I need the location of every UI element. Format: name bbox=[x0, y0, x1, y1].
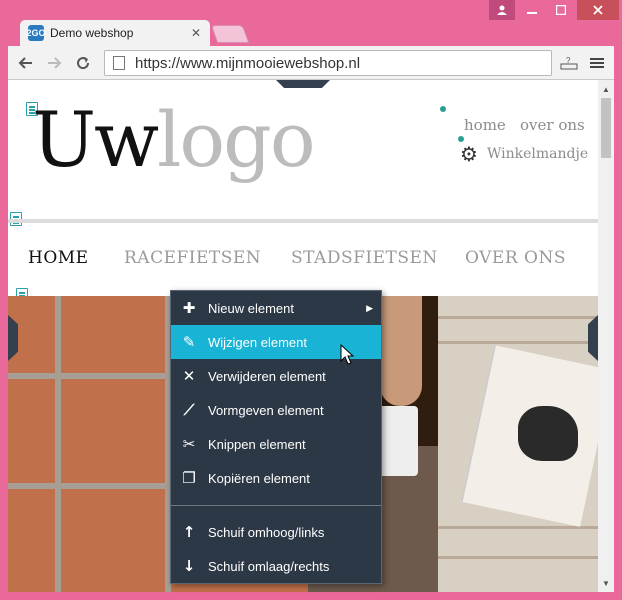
close-icon bbox=[593, 5, 603, 15]
tab-title: Demo webshop bbox=[50, 26, 134, 40]
user-profile-button[interactable] bbox=[489, 0, 515, 20]
arrow-down-icon: ↓ bbox=[182, 557, 196, 575]
nav-item-over-ons[interactable]: OVER ONS bbox=[465, 248, 566, 268]
arrow-up-icon: ↑ bbox=[182, 523, 196, 541]
menu-item-label: Wijzigen element bbox=[208, 334, 307, 350]
copy-icon: ❐ bbox=[182, 469, 196, 487]
back-arrow-icon bbox=[18, 57, 32, 69]
reload-button[interactable] bbox=[72, 52, 94, 74]
brush-icon: ⟋ bbox=[183, 401, 195, 419]
main-navigation: HOME RACEFIETSEN STADSFIETSEN OVER ONS bbox=[8, 248, 598, 278]
window-close-button[interactable] bbox=[577, 0, 619, 20]
reload-icon bbox=[77, 57, 90, 70]
maximize-icon bbox=[556, 5, 566, 15]
forward-arrow-icon bbox=[48, 57, 62, 69]
hamburger-menu-icon bbox=[590, 58, 604, 68]
nav-item-stadsfietsen[interactable]: STADSFIETSEN bbox=[291, 248, 438, 268]
user-icon bbox=[497, 5, 507, 15]
logo-light-text: logo bbox=[157, 95, 315, 184]
context-menu: ✚ Nieuw element ▶ ✎ Wijzigen element ✕ V… bbox=[170, 290, 382, 584]
site-logo[interactable]: Uwlogo bbox=[32, 102, 316, 178]
scroll-thumb[interactable] bbox=[601, 98, 611, 158]
pencil-icon: ✎ bbox=[182, 333, 196, 351]
cart-link[interactable]: Winkelmandje bbox=[487, 146, 588, 162]
submenu-arrow-icon: ▶ bbox=[366, 302, 373, 313]
menu-item-label: Nieuw element bbox=[208, 300, 294, 316]
address-bar[interactable]: https://www.mijnmooiewebshop.nl bbox=[104, 50, 552, 76]
edit-dot-icon[interactable] bbox=[440, 106, 446, 112]
new-tab-button[interactable] bbox=[210, 25, 250, 43]
page-icon bbox=[113, 56, 125, 70]
plus-icon: ✚ bbox=[182, 299, 196, 317]
menu-item-label: Vormgeven element bbox=[208, 402, 324, 418]
favicon-icon: 2GO bbox=[27, 25, 46, 41]
menu-item-label: Knippen element bbox=[208, 436, 306, 452]
svg-text:?: ? bbox=[566, 56, 571, 65]
gears-icon: ⚙ bbox=[460, 142, 478, 166]
extension-icon: ? bbox=[560, 56, 578, 70]
menu-item-schuif-omlaag[interactable]: ↓ Schuif omlaag/rechts bbox=[171, 549, 381, 583]
menu-item-knippen-element[interactable]: ✂ Knippen element bbox=[171, 427, 381, 461]
back-button[interactable] bbox=[14, 52, 36, 74]
nav-item-home[interactable]: HOME bbox=[28, 248, 89, 268]
minimize-icon bbox=[527, 12, 537, 14]
menu-item-label: Verwijderen element bbox=[208, 368, 326, 384]
scissors-icon: ✂ bbox=[182, 435, 196, 453]
menu-button[interactable] bbox=[586, 52, 608, 74]
menu-item-nieuw-element[interactable]: ✚ Nieuw element ▶ bbox=[171, 291, 381, 325]
maximize-button[interactable] bbox=[547, 0, 575, 20]
logo-dark-text: Uw bbox=[32, 95, 159, 184]
mouse-cursor-icon bbox=[340, 344, 355, 365]
menu-item-label: Schuif omlaag/rechts bbox=[208, 558, 330, 574]
top-link-over-ons[interactable]: over ons bbox=[520, 116, 585, 134]
editor-top-handle[interactable] bbox=[276, 80, 330, 88]
scroll-down-arrow-icon[interactable]: ▼ bbox=[598, 576, 614, 590]
browser-tab[interactable]: 2GO Demo webshop ✕ bbox=[20, 20, 210, 46]
minimize-button[interactable] bbox=[518, 0, 546, 20]
browser-toolbar: https://www.mijnmooiewebshop.nl ? bbox=[8, 46, 614, 80]
scroll-up-arrow-icon[interactable]: ▲ bbox=[598, 82, 614, 96]
menu-item-kopieren-element[interactable]: ❐ Kopiëren element bbox=[171, 461, 381, 495]
menu-item-label: Schuif omhoog/links bbox=[208, 524, 325, 540]
menu-item-vormgeven-element[interactable]: ⟋ Vormgeven element bbox=[171, 393, 381, 427]
menu-item-schuif-omhoog[interactable]: ↑ Schuif omhoog/links bbox=[171, 515, 381, 549]
top-link-home[interactable]: home bbox=[464, 116, 506, 134]
menu-item-label: Kopiëren element bbox=[208, 470, 310, 486]
menu-separator bbox=[171, 505, 381, 506]
url-text: https://www.mijnmooiewebshop.nl bbox=[135, 54, 361, 72]
tab-close-icon[interactable]: ✕ bbox=[188, 26, 204, 40]
header-divider bbox=[8, 219, 598, 223]
forward-button[interactable] bbox=[44, 52, 66, 74]
vertical-scrollbar[interactable]: ▲ ▼ bbox=[598, 80, 614, 592]
nav-item-racefietsen[interactable]: RACEFIETSEN bbox=[124, 248, 261, 268]
extension-button[interactable]: ? bbox=[558, 52, 580, 74]
x-icon: ✕ bbox=[182, 367, 196, 385]
